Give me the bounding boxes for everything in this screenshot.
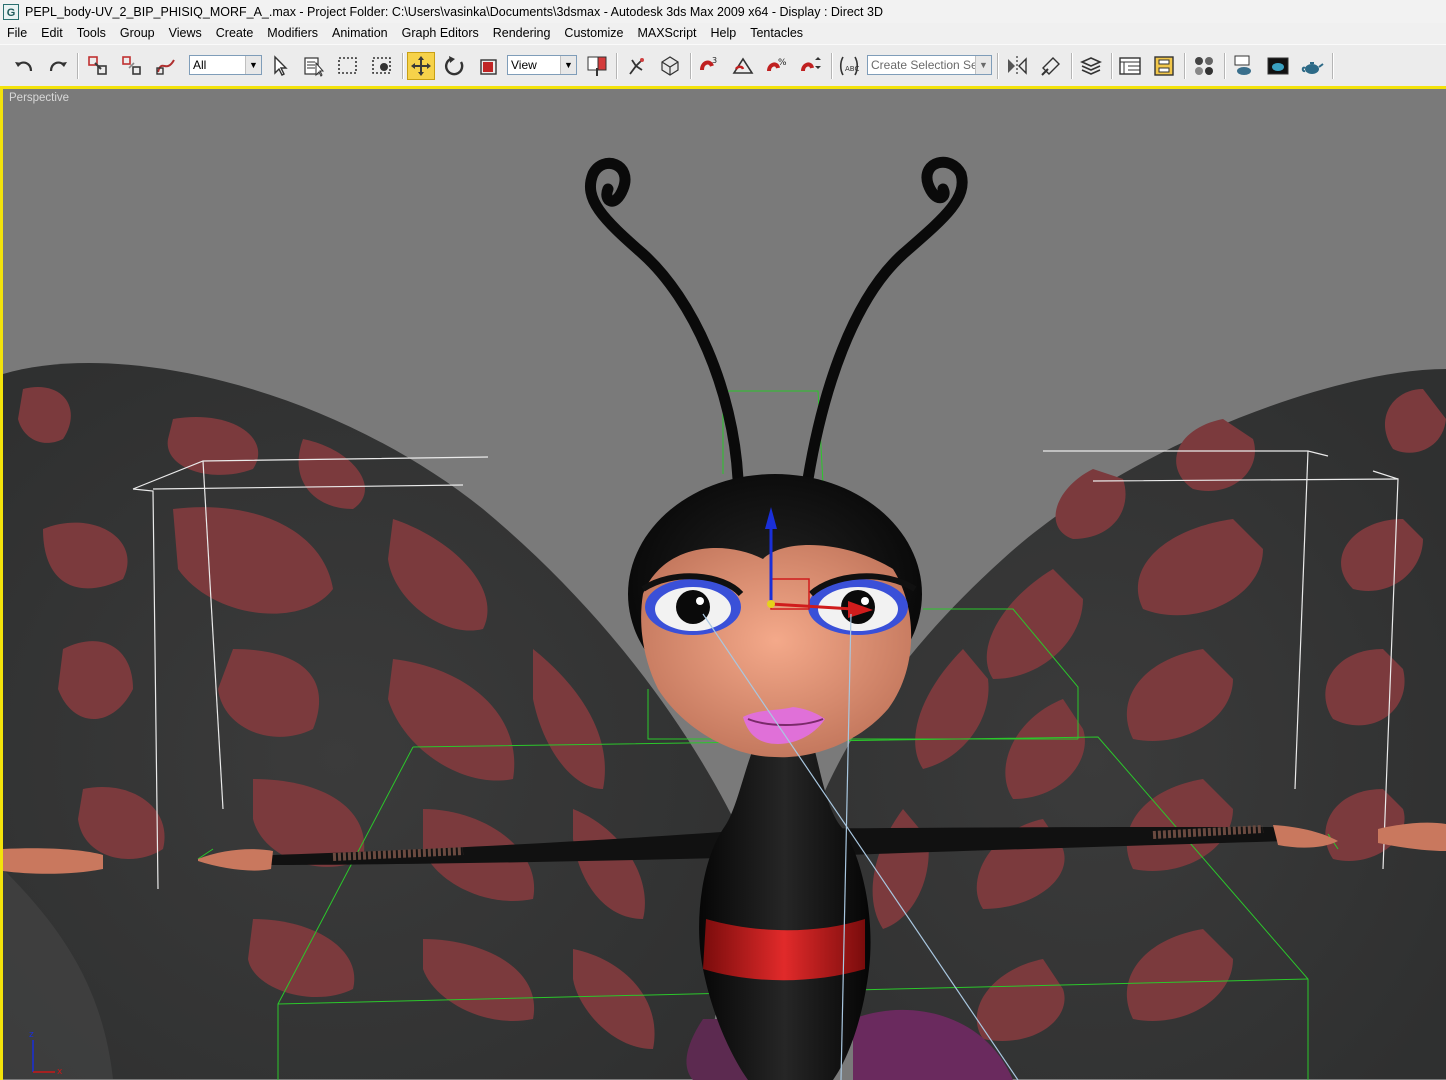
named-selection-set-value: Create Selection Set [871,58,982,72]
axis-label-x: x [57,1067,63,1076]
rendered-frame-window-button[interactable] [1264,52,1292,80]
undo-button[interactable] [10,52,38,80]
chevron-down-icon: ▼ [975,56,991,74]
curve-editor-button[interactable] [1116,52,1144,80]
head [628,474,922,758]
title-bar: G PEPL_body-UV_2_BIP_PHISIQ_MORF_A_.max … [0,0,1446,24]
curve-editor-icon [1119,57,1141,75]
selection-filter-value: All [193,58,207,72]
scene-render [3,156,1446,1080]
link-icon [88,56,107,75]
align-icon [1041,57,1060,76]
redo-button[interactable] [44,52,72,80]
select-and-rotate-button[interactable] [441,52,469,80]
select-and-scale-button[interactable] [475,52,503,80]
rect-selection-icon [338,57,357,74]
menu-group[interactable]: Group [113,23,162,44]
pivot-center-icon [587,56,607,76]
undo-icon [15,61,33,72]
percent-snap-button[interactable]: % [763,52,791,80]
viewport-label[interactable]: Perspective [9,92,69,104]
spinner-snap-icon [801,57,821,72]
antennae [584,156,968,485]
snaps-toggle-button[interactable]: 3 [695,52,723,80]
select-and-move-button[interactable] [407,52,435,80]
menu-edit[interactable]: Edit [34,23,70,44]
teapot-icon [1301,62,1324,74]
menu-customize[interactable]: Customize [557,23,630,44]
selection-filter-dropdown[interactable]: All ▼ [189,55,262,75]
schematic-view-icon [1154,56,1174,76]
window-crossing-button[interactable] [368,52,396,80]
rectangular-selection-button[interactable] [334,52,362,80]
cursor-icon [274,55,288,76]
perspective-viewport[interactable]: Perspective z x [0,86,1446,1080]
material-editor-icon [1195,57,1213,75]
frame-window-icon [1267,57,1289,75]
menu-views[interactable]: Views [162,23,209,44]
select-by-name-icon [304,57,325,77]
menu-bar: File Edit Tools Group Views Create Modif… [0,23,1446,44]
menu-help[interactable]: Help [704,23,744,44]
layers-icon [1080,57,1102,75]
unlink-selection-button[interactable] [118,52,146,80]
teapot-setup-icon [1234,55,1251,75]
material-editor-button[interactable] [1190,52,1218,80]
edit-named-selection-sets-button[interactable]: ABC [835,52,863,80]
menu-animation[interactable]: Animation [325,23,395,44]
right-wing [803,369,1446,1079]
menu-maxscript[interactable]: MAXScript [630,23,703,44]
keyboard-shortcut-icon [661,56,679,76]
main-toolbar: All ▼ View ▼ 3 % ABC Create Selection Se… [0,44,1446,86]
manipulate-icon [629,58,644,75]
chevron-down-icon: ▼ [245,56,261,74]
menu-rendering[interactable]: Rendering [486,23,558,44]
spinner-snap-button[interactable] [797,52,825,80]
render-setup-button[interactable] [1230,52,1258,80]
menu-file[interactable]: File [0,23,34,44]
select-and-link-button[interactable] [84,52,112,80]
select-object-button[interactable] [266,52,294,80]
quick-render-button[interactable] [1298,52,1326,80]
bind-to-space-warp-button[interactable] [152,52,180,80]
left-wing [3,363,748,1079]
schematic-view-button[interactable] [1150,52,1178,80]
menu-create[interactable]: Create [209,23,261,44]
viewport-axis-tripod: z x [25,1026,75,1077]
svg-text:%: % [778,58,787,68]
menu-modifiers[interactable]: Modifiers [260,23,325,44]
mirror-button[interactable] [1003,52,1031,80]
svg-text:ABC: ABC [845,65,859,73]
rotate-icon [444,56,464,76]
menu-tentacles[interactable]: Tentacles [743,23,810,44]
snap-magnet-icon: 3 [700,56,717,71]
pivot-center-button[interactable] [583,52,611,80]
svg-text:3: 3 [712,56,717,65]
chevron-down-icon: ▼ [560,56,576,74]
unlink-icon [122,56,141,75]
named-selection-icon: ABC [839,56,859,76]
window-crossing-icon [372,57,391,74]
menu-tools[interactable]: Tools [70,23,113,44]
redo-icon [49,61,67,72]
space-warp-icon [156,59,175,75]
window-title: PEPL_body-UV_2_BIP_PHISIQ_MORF_A_.max - … [25,4,883,19]
angle-snap-icon [732,57,754,74]
layer-manager-button[interactable] [1077,52,1105,80]
percent-snap-icon: % [767,58,787,72]
menu-graph-editors[interactable]: Graph Editors [395,23,486,44]
keyboard-shortcut-override-button[interactable] [656,52,684,80]
move-icon [411,56,431,76]
mirror-icon [1008,56,1027,76]
select-by-name-button[interactable] [300,52,328,80]
reference-coordinate-dropdown[interactable]: View ▼ [507,55,577,75]
axis-label-z: z [29,1030,34,1040]
angle-snap-button[interactable] [729,52,757,80]
named-selection-set-dropdown[interactable]: Create Selection Set ▼ [867,55,992,75]
reference-coordinate-value: View [511,58,537,72]
app-icon[interactable]: G [3,3,19,20]
manipulate-button[interactable] [622,52,650,80]
scale-icon [480,59,497,75]
align-button[interactable] [1037,52,1065,80]
